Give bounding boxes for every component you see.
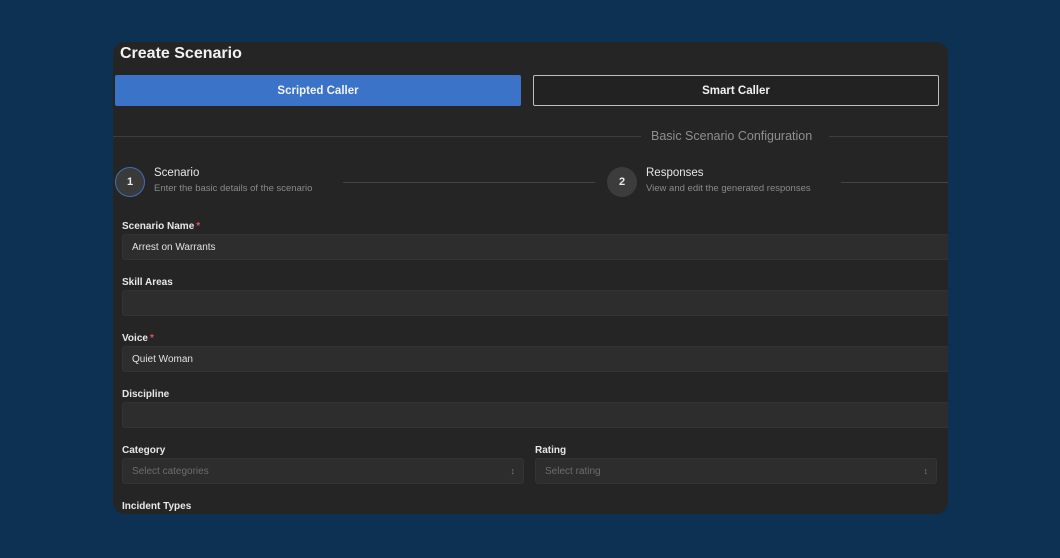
skill-areas-label: Skill Areas <box>122 277 173 288</box>
category-label: Category <box>122 445 166 456</box>
step-1-description: Enter the basic details of the scenario <box>154 183 313 194</box>
step-2-number: 2 <box>618 176 626 188</box>
skill-areas-input[interactable] <box>122 290 948 316</box>
step-1-number: 1 <box>126 176 134 188</box>
voice-label: Voice * <box>122 333 154 344</box>
chevron-up-down-icon: ↕ <box>923 465 929 476</box>
category-placeholder: Select categories <box>132 465 209 477</box>
step-2-title: Responses <box>646 167 704 179</box>
rating-label: Rating <box>535 445 567 456</box>
scenario-name-label: Scenario Name * <box>122 221 200 232</box>
voice-input[interactable]: Quiet Woman <box>122 346 948 372</box>
rating-placeholder: Select rating <box>545 465 601 477</box>
step-1-title: Scenario <box>154 167 200 179</box>
discipline-label: Discipline <box>122 389 170 400</box>
discipline-input[interactable] <box>122 402 948 428</box>
section-divider-left <box>113 136 641 137</box>
scenario-name-label-text: Scenario Name <box>122 221 195 232</box>
step-2-indicator[interactable]: 2 <box>607 167 637 197</box>
dialog-title: Create Scenario <box>120 45 242 62</box>
smart-caller-button[interactable]: Smart Caller <box>533 75 939 106</box>
section-title: Basic Scenario Configuration <box>651 129 813 143</box>
scripted-caller-button[interactable]: Scripted Caller <box>115 75 521 106</box>
category-select[interactable]: Select categories ↕ <box>122 458 524 484</box>
create-scenario-dialog: Create Scenario Scripted Caller Smart Ca… <box>113 42 948 514</box>
voice-label-text: Voice <box>122 333 148 344</box>
rating-select[interactable]: Select rating ↕ <box>535 458 937 484</box>
chevron-up-down-icon: ↕ <box>510 465 516 476</box>
required-marker: * <box>196 221 201 232</box>
voice-value: Quiet Woman <box>132 353 193 365</box>
section-divider-right <box>829 136 948 137</box>
scenario-name-value: Arrest on Warrants <box>132 241 216 253</box>
step-connector-2 <box>841 182 948 183</box>
required-marker: * <box>149 333 154 344</box>
incident-types-label: Incident Types <box>122 501 192 512</box>
scenario-name-input[interactable]: Arrest on Warrants <box>122 234 948 260</box>
step-1-indicator[interactable]: 1 <box>115 167 145 197</box>
step-2-description: View and edit the generated responses <box>646 183 811 194</box>
step-connector-1 <box>343 182 595 183</box>
